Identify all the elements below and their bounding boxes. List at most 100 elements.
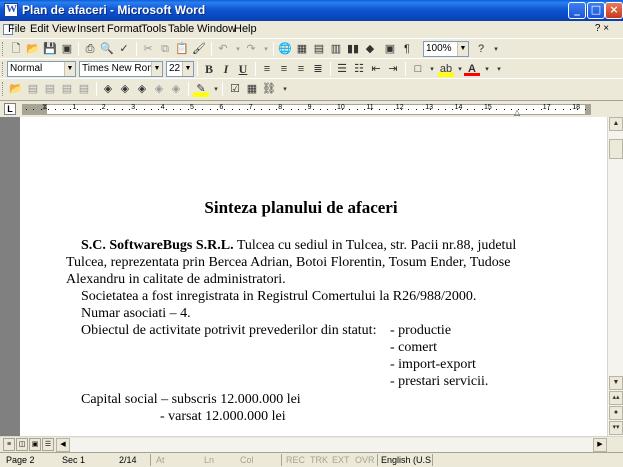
toolbar-options-icon[interactable]: ▾: [491, 62, 507, 77]
permission-icon[interactable]: ▣: [59, 42, 75, 57]
form-design-icon[interactable]: ▦: [244, 82, 260, 97]
scroll-thumb[interactable]: [609, 139, 623, 159]
highlight-fields-icon[interactable]: ◈: [151, 82, 167, 97]
recipients-icon[interactable]: ▤: [25, 82, 41, 97]
insert-excel-icon[interactable]: ▥: [328, 42, 344, 57]
close-button[interactable]: ×: [605, 2, 623, 19]
right-margin-marker[interactable]: [585, 104, 591, 115]
status-ext[interactable]: EXT: [332, 455, 350, 465]
new-document-icon[interactable]: 🗋: [8, 42, 24, 57]
cut-icon[interactable]: ✂: [140, 42, 156, 57]
word-field-icon[interactable]: ◈: [100, 82, 116, 97]
chevron-down-icon[interactable]: ▼: [151, 62, 162, 76]
outline-view-icon[interactable]: ☰: [42, 438, 54, 451]
menu-table[interactable]: Table: [168, 23, 194, 35]
menu-file[interactable]: File: [8, 23, 26, 35]
maximize-button[interactable]: □: [587, 2, 605, 19]
menu-view[interactable]: View: [52, 23, 76, 35]
scroll-right-icon[interactable]: ▶: [593, 438, 607, 452]
chevron-down-icon[interactable]: ▼: [64, 62, 75, 76]
menu-help[interactable]: Help: [234, 23, 257, 35]
scroll-up-icon[interactable]: ▲: [609, 117, 623, 131]
menu-insert[interactable]: Insert: [77, 23, 105, 35]
increase-indent-icon[interactable]: ⇥: [385, 62, 401, 77]
vertical-scrollbar[interactable]: ▲ ▼ ▴▴ ● ▾▾: [607, 117, 623, 436]
normal-view-icon[interactable]: ≡: [3, 438, 15, 451]
font-size-select[interactable]: 22 ▼: [166, 61, 194, 77]
previous-page-icon[interactable]: ▴▴: [609, 391, 623, 405]
align-right-icon[interactable]: ≡: [293, 62, 309, 77]
status-rec[interactable]: REC: [286, 455, 305, 465]
align-center-icon[interactable]: ≡: [276, 62, 292, 77]
show-hide-icon[interactable]: ¶: [399, 42, 415, 57]
document-page[interactable]: Sinteza planului de afaceri S.C. Softwar…: [20, 117, 607, 436]
help-icon[interactable]: ?: [473, 42, 489, 57]
numbering-icon[interactable]: ☰: [334, 62, 350, 77]
scroll-down-icon[interactable]: ▼: [609, 376, 623, 390]
undo-icon[interactable]: ↶: [215, 42, 231, 57]
redo-dropdown-icon[interactable]: ▾: [258, 42, 274, 57]
chevron-down-icon[interactable]: ▼: [182, 62, 193, 76]
merge-field-icon[interactable]: ◈: [117, 82, 133, 97]
drawing-icon[interactable]: ◆: [362, 42, 378, 57]
menu-tools[interactable]: Tools: [141, 23, 167, 35]
bullets-icon[interactable]: ☷: [351, 62, 367, 77]
minimize-button[interactable]: _: [568, 2, 586, 19]
font-select[interactable]: Times New Roman ▼: [79, 61, 163, 77]
insert-address-icon[interactable]: ▤: [42, 82, 58, 97]
paste-icon[interactable]: 📋: [174, 42, 190, 57]
close-document-box[interactable]: ? ×: [590, 23, 614, 36]
select-browse-object-icon[interactable]: ●: [609, 406, 623, 420]
first-line-indent-marker[interactable]: ⧗: [42, 102, 48, 112]
toolbar-grip[interactable]: [2, 82, 5, 96]
italic-button[interactable]: I: [218, 62, 234, 77]
status-trk[interactable]: TRK: [310, 455, 328, 465]
spelling-icon[interactable]: ✓: [116, 42, 132, 57]
insert-table-icon[interactable]: ▤: [311, 42, 327, 57]
match-fields-icon[interactable]: ◈: [168, 82, 184, 97]
align-left-icon[interactable]: ≡: [259, 62, 275, 77]
redo-icon[interactable]: ↷: [243, 42, 259, 57]
toolbar-grip[interactable]: [2, 62, 5, 76]
toolbar-options-icon[interactable]: ▾: [488, 42, 504, 57]
format-painter-icon[interactable]: 🖌: [191, 42, 207, 57]
menu-edit[interactable]: Edit: [30, 23, 49, 35]
chevron-down-icon[interactable]: ▼: [457, 42, 468, 56]
horizontal-scrollbar[interactable]: ◀ ▶: [56, 438, 607, 452]
toolbar-options-icon[interactable]: ▾: [277, 82, 293, 97]
insert-field-icon[interactable]: ▤: [76, 82, 92, 97]
status-ovr[interactable]: OVR: [355, 455, 375, 465]
insert-greeting-icon[interactable]: ▤: [59, 82, 75, 97]
open-data-source-icon[interactable]: 📂: [8, 82, 24, 97]
web-layout-icon[interactable]: ◫: [16, 438, 28, 451]
horizontal-ruler[interactable]: L ⧗ △ 1 2 3 4 5 6 7 8 9 10 11 12 13 14 15 17 18: [0, 100, 623, 117]
next-page-icon[interactable]: ▾▾: [609, 421, 623, 435]
hyperlink-icon[interactable]: 🌐: [277, 42, 293, 57]
checkbox-field-icon[interactable]: ☑: [227, 82, 243, 97]
print-preview-icon[interactable]: 🔍: [99, 42, 115, 57]
document-map-icon[interactable]: ▣: [382, 42, 398, 57]
scroll-left-icon[interactable]: ◀: [56, 438, 70, 452]
toolbar-grip[interactable]: [2, 42, 5, 56]
view-merged-icon[interactable]: ◈: [134, 82, 150, 97]
bold-button[interactable]: B: [201, 62, 217, 77]
font-color-button[interactable]: A: [464, 62, 480, 76]
zoom-select[interactable]: 100% ▼: [423, 41, 469, 57]
menu-format[interactable]: Format: [107, 23, 142, 35]
tables-borders-icon[interactable]: ▦: [294, 42, 310, 57]
save-icon[interactable]: 💾: [42, 42, 58, 57]
tab-selector[interactable]: L: [4, 103, 16, 115]
menu-window[interactable]: Window: [197, 23, 236, 35]
print-icon[interactable]: ⎙: [82, 42, 98, 57]
copy-icon[interactable]: ⧉: [157, 42, 173, 57]
word-app-icon[interactable]: [4, 3, 18, 17]
style-select[interactable]: Normal ▼: [7, 61, 76, 77]
document-area[interactable]: Sinteza planului de afaceri S.C. Softwar…: [0, 117, 607, 436]
highlighter-icon[interactable]: ✎: [193, 82, 209, 97]
open-folder-icon[interactable]: 📂: [25, 42, 41, 57]
print-layout-icon[interactable]: ▣: [29, 438, 41, 451]
justify-icon[interactable]: ≣: [310, 62, 326, 77]
underline-button[interactable]: U: [235, 62, 251, 77]
image-link-icon[interactable]: ⛓: [261, 82, 277, 97]
status-language[interactable]: English (U.S: [381, 455, 431, 465]
